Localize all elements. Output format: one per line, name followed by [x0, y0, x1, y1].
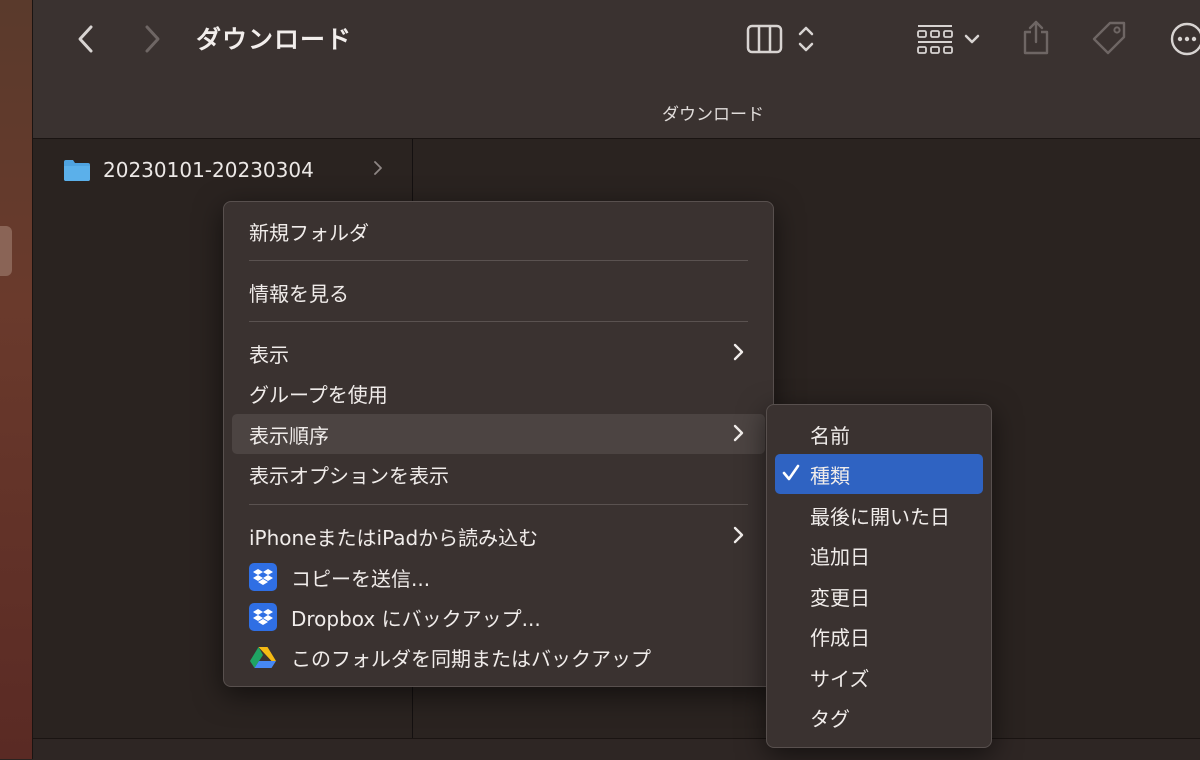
toolbar: ダウンロード ダウンロード: [33, 0, 1200, 139]
folder-icon: [63, 158, 91, 182]
dropbox-icon: [249, 603, 277, 631]
desktop-edge-widget: [0, 226, 12, 276]
sort-option-label: 変更日: [810, 585, 870, 610]
ellipsis-circle-icon[interactable]: [1169, 20, 1200, 58]
sort-option-tags[interactable]: タグ: [775, 697, 983, 737]
sort-option-date-added[interactable]: 追加日: [775, 535, 983, 575]
share-icon[interactable]: [1019, 16, 1053, 58]
chevron-right-icon: [733, 342, 745, 367]
chevron-right-icon: [733, 423, 745, 448]
menu-item-dropbox-backup[interactable]: Dropbox にバックアップ...: [232, 597, 765, 637]
chevron-left-icon[interactable]: [71, 22, 101, 56]
dropbox-icon: [249, 563, 277, 591]
menu-item-sort-by[interactable]: 表示順序: [232, 414, 765, 454]
grid-group-icon[interactable]: [915, 20, 985, 58]
sort-option-kind[interactable]: 種類: [775, 454, 983, 494]
menu-item-label: 表示オプションを表示: [249, 463, 449, 488]
menu-item-send-copy[interactable]: コピーを送信...: [232, 557, 765, 597]
sort-option-label: サイズ: [810, 666, 870, 691]
menu-item-label: iPhoneまたはiPadから読み込む: [249, 525, 539, 550]
google-drive-icon: [249, 643, 277, 671]
chevron-right-icon: [373, 160, 383, 180]
menu-separator: [249, 321, 748, 322]
path-title: ダウンロード: [662, 105, 764, 125]
menu-item-label: 表示順序: [249, 423, 329, 448]
sort-option-date-created[interactable]: 作成日: [775, 616, 983, 656]
sort-option-label: 種類: [810, 463, 850, 488]
sort-option-size[interactable]: サイズ: [775, 657, 983, 697]
menu-item-label: 情報を見る: [249, 281, 349, 306]
sort-option-label: タグ: [810, 706, 850, 731]
menu-item-view-options[interactable]: 表示オプションを表示: [232, 454, 765, 494]
menu-item-import-from-iphone[interactable]: iPhoneまたはiPadから読み込む: [232, 516, 765, 556]
menu-separator: [249, 504, 748, 505]
chevron-right-icon: [733, 525, 745, 550]
menu-item-label: コピーを送信...: [291, 566, 431, 591]
sort-option-label: 作成日: [810, 625, 870, 650]
tag-icon[interactable]: [1089, 18, 1129, 58]
window-title: ダウンロード: [196, 25, 353, 54]
sort-option-date-modified[interactable]: 変更日: [775, 576, 983, 616]
sort-option-last-opened[interactable]: 最後に開いた日: [775, 495, 983, 535]
menu-item-label: 新規フォルダ: [249, 220, 369, 245]
menu-item-view[interactable]: 表示: [232, 333, 765, 373]
column-view-icon[interactable]: [745, 20, 819, 58]
menu-item-google-drive-sync[interactable]: このフォルダを同期またはバックアップ: [232, 637, 765, 677]
sort-option-label: 名前: [810, 423, 850, 448]
menu-item-use-groups[interactable]: グループを使用: [232, 373, 765, 413]
status-bar: [33, 738, 1200, 760]
desktop-background: [0, 0, 32, 759]
folder-row[interactable]: 20230101-20230304: [63, 154, 314, 186]
menu-item-get-info[interactable]: 情報を見る: [232, 272, 765, 312]
menu-separator: [249, 260, 748, 261]
chevron-right-icon[interactable]: [137, 22, 167, 56]
menu-item-new-folder[interactable]: 新規フォルダ: [232, 211, 765, 251]
folder-name: 20230101-20230304: [103, 158, 314, 182]
menu-item-label: 表示: [249, 342, 289, 367]
menu-item-label: グループを使用: [249, 382, 388, 407]
checkmark-icon: [781, 463, 801, 488]
sort-option-label: 最後に開いた日: [810, 504, 950, 529]
sort-option-label: 追加日: [810, 544, 870, 569]
sort-option-name[interactable]: 名前: [775, 414, 983, 454]
menu-item-label: このフォルダを同期またはバックアップ: [291, 646, 651, 671]
context-menu: 新規フォルダ 情報を見る 表示 グループを使用 表示順序 表示オプションを表示 …: [223, 201, 774, 687]
sort-submenu: 名前 種類 最後に開いた日 追加日 変更日 作成日 サイズ タグ: [766, 404, 992, 748]
menu-item-label: Dropbox にバックアップ...: [291, 606, 541, 631]
